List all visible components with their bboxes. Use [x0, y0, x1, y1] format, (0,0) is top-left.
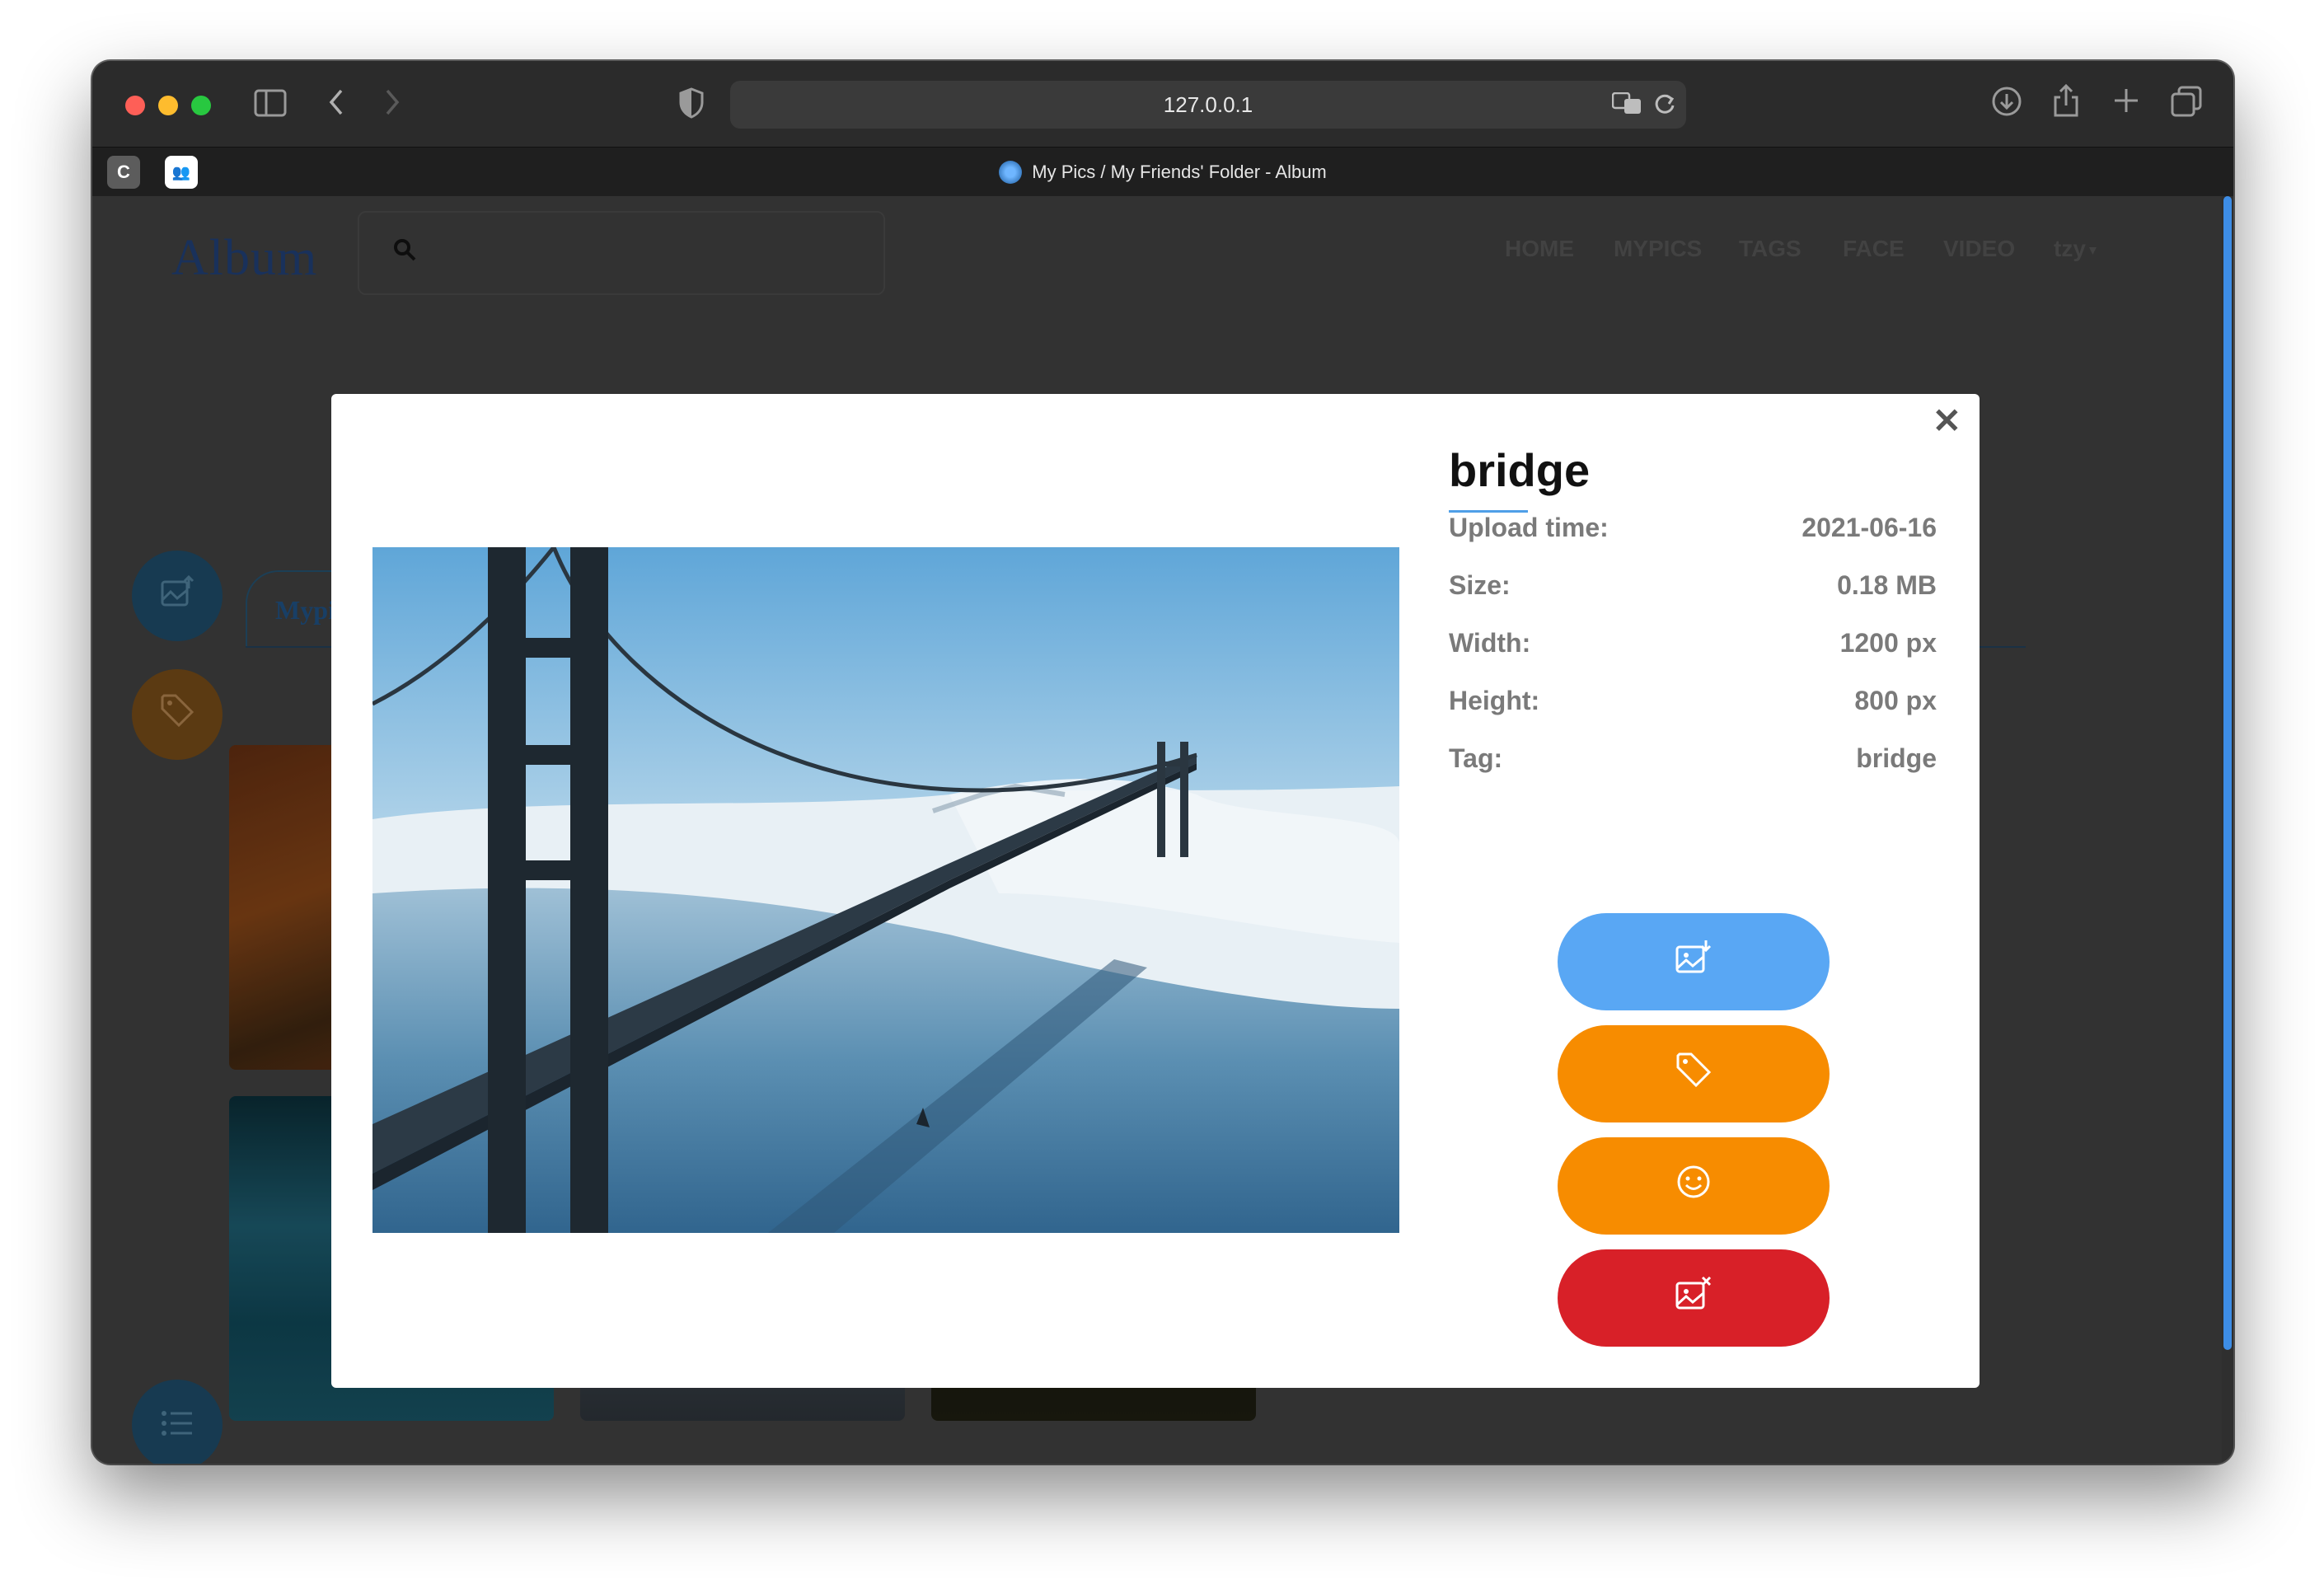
- info-label: Upload time:: [1449, 513, 1609, 542]
- image-download-icon: [1675, 939, 1713, 986]
- minimize-window-button[interactable]: [158, 96, 178, 115]
- info-label: Size:: [1449, 570, 1511, 600]
- reload-icon[interactable]: [1653, 91, 1676, 123]
- edit-tag-button[interactable]: [1558, 1025, 1830, 1122]
- share-icon[interactable]: [2052, 83, 2080, 122]
- info-value: 2021-06-16: [1802, 513, 1937, 542]
- tag-icon: [1675, 1051, 1713, 1098]
- downloads-icon[interactable]: [1991, 86, 2022, 122]
- info-row-size: Size: 0.18 MB: [1449, 570, 1937, 628]
- info-row-tag: Tag: bridge: [1449, 743, 1937, 801]
- new-tab-icon[interactable]: [2111, 86, 2141, 120]
- close-modal-button[interactable]: ✕: [1933, 401, 1961, 441]
- shield-icon[interactable]: [679, 87, 704, 124]
- sidebar-toggle-icon[interactable]: [254, 89, 287, 122]
- tab-overview-icon[interactable]: [2171, 86, 2202, 122]
- address-bar[interactable]: 127.0.0.1: [730, 81, 1686, 129]
- info-row-height: Height: 800 px: [1449, 686, 1937, 743]
- download-image-button[interactable]: [1558, 913, 1830, 1010]
- delete-image-button[interactable]: [1558, 1249, 1830, 1347]
- info-row-upload-time: Upload time: 2021-06-16: [1449, 513, 1937, 570]
- info-value: 0.18 MB: [1837, 570, 1937, 600]
- page-content: Album HOME MYPICS TAGS FACE VIDEO tzy ▾ …: [92, 196, 2233, 1464]
- info-value: bridge: [1856, 743, 1937, 773]
- forward-icon[interactable]: [382, 86, 402, 124]
- bridge-photo: [372, 547, 1399, 1233]
- tab-favicon-icon: [999, 161, 1023, 184]
- tab-bar: C 👥 My Pics / My Friends' Folder - Album: [92, 147, 2233, 196]
- info-value: 800 px: [1854, 686, 1937, 715]
- info-row-width: Width: 1200 px: [1449, 628, 1937, 686]
- back-icon[interactable]: [326, 86, 346, 124]
- info-label: Height:: [1449, 686, 1540, 715]
- page-scrollbar[interactable]: [2222, 196, 2233, 1464]
- zoom-window-button[interactable]: [191, 96, 211, 115]
- active-tab[interactable]: My Pics / My Friends' Folder - Album: [92, 148, 2233, 197]
- info-label: Width:: [1449, 628, 1531, 658]
- image-title: bridge: [1449, 444, 1591, 496]
- url-text: 127.0.0.1: [1163, 91, 1253, 117]
- browser-window: 127.0.0.1 C 👥 My Pics / My Friends' Fold…: [92, 61, 2233, 1464]
- image-detail-modal: ✕ bridge Upload time: 2021-06-16 Size: 0…: [331, 394, 1980, 1388]
- image-delete-icon: [1675, 1275, 1713, 1322]
- smile-icon: [1675, 1163, 1713, 1210]
- image-info-panel: bridge Upload time: 2021-06-16 Size: 0.1…: [1449, 443, 1937, 801]
- tab-title: My Pics / My Friends' Folder - Album: [1032, 162, 1327, 182]
- face-button[interactable]: [1558, 1137, 1830, 1235]
- scrollbar-thumb[interactable]: [2223, 196, 2232, 1350]
- info-value: 1200 px: [1839, 628, 1937, 658]
- translate-icon[interactable]: [1611, 91, 1643, 121]
- close-window-button[interactable]: [125, 96, 145, 115]
- info-label: Tag:: [1449, 743, 1503, 773]
- browser-toolbar: 127.0.0.1: [92, 61, 2233, 147]
